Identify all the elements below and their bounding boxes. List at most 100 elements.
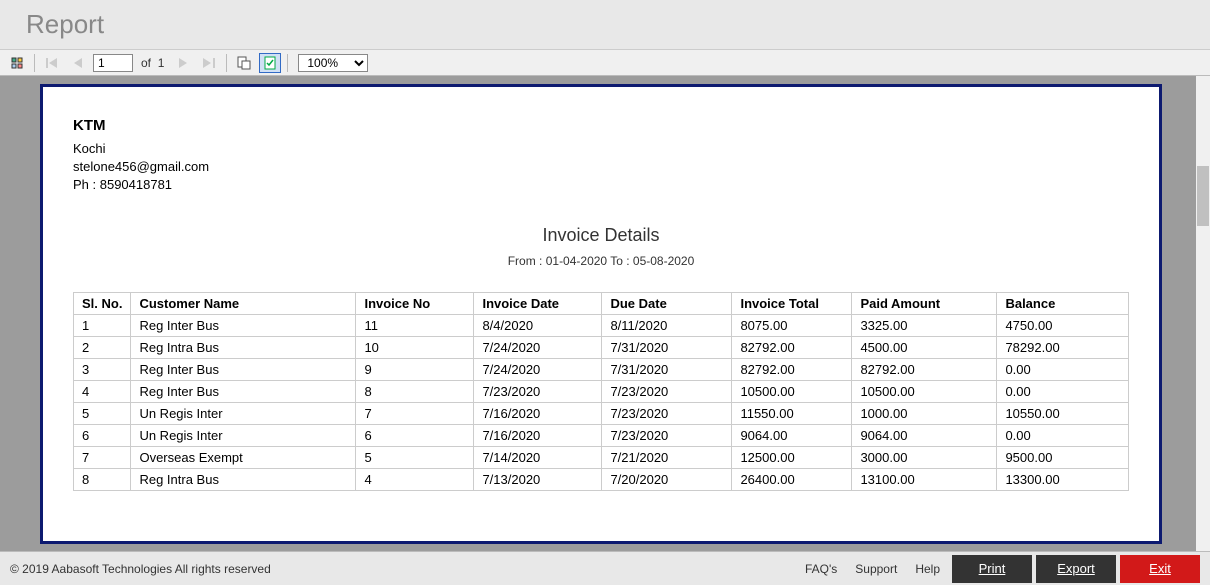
cell-total: 26400.00	[732, 468, 852, 490]
cell-invdate: 7/16/2020	[474, 402, 602, 424]
exit-button[interactable]: Exit	[1120, 555, 1200, 583]
print-layout-icon[interactable]	[259, 53, 281, 73]
cell-customer: Un Regis Inter	[131, 402, 356, 424]
cell-duedate: 8/11/2020	[602, 314, 732, 336]
col-header-invno: Invoice No	[356, 292, 474, 314]
nav-first-icon[interactable]	[41, 53, 63, 73]
col-header-total: Invoice Total	[732, 292, 852, 314]
cell-total: 82792.00	[732, 336, 852, 358]
cell-balance: 0.00	[997, 380, 1129, 402]
copyright: © 2019 Aabasoft Technologies All rights …	[10, 562, 271, 576]
cell-paid: 13100.00	[852, 468, 997, 490]
cell-paid: 82792.00	[852, 358, 997, 380]
nav-last-icon[interactable]	[198, 53, 220, 73]
help-link[interactable]: Help	[915, 562, 940, 576]
cell-total: 12500.00	[732, 446, 852, 468]
cell-invno: 11	[356, 314, 474, 336]
scrollbar-thumb[interactable]	[1197, 166, 1209, 226]
document-page: KTM Kochi stelone456@gmail.com Ph : 8590…	[40, 84, 1162, 544]
cell-invdate: 8/4/2020	[474, 314, 602, 336]
cell-invdate: 7/13/2020	[474, 468, 602, 490]
cell-paid: 3000.00	[852, 446, 997, 468]
separator	[226, 54, 227, 72]
company-name: KTM	[73, 117, 1129, 134]
cell-invno: 10	[356, 336, 474, 358]
footer-bar: © 2019 Aabasoft Technologies All rights …	[0, 551, 1210, 585]
col-header-invdate: Invoice Date	[474, 292, 602, 314]
page-of-label: of 1	[141, 56, 164, 70]
faqs-link[interactable]: FAQ's	[805, 562, 837, 576]
table-row: 8Reg Intra Bus47/13/20207/20/202026400.0…	[74, 468, 1129, 490]
col-header-balance: Balance	[997, 292, 1129, 314]
cell-sl: 4	[74, 380, 131, 402]
company-city: Kochi	[73, 140, 1129, 158]
cell-paid: 4500.00	[852, 336, 997, 358]
support-link[interactable]: Support	[855, 562, 897, 576]
cell-duedate: 7/23/2020	[602, 424, 732, 446]
report-title: Invoice Details	[73, 225, 1129, 246]
cell-duedate: 7/20/2020	[602, 468, 732, 490]
cell-sl: 6	[74, 424, 131, 446]
cell-customer: Reg Intra Bus	[131, 336, 356, 358]
cell-balance: 9500.00	[997, 446, 1129, 468]
separator	[34, 54, 35, 72]
table-row: 1Reg Inter Bus118/4/20208/11/20208075.00…	[74, 314, 1129, 336]
title-bar: Report	[0, 0, 1210, 50]
footer-links: FAQ's Support Help	[805, 562, 940, 576]
report-viewport: KTM Kochi stelone456@gmail.com Ph : 8590…	[0, 76, 1210, 551]
footer-buttons: Print Export Exit	[952, 555, 1200, 583]
cell-invno: 7	[356, 402, 474, 424]
cell-sl: 1	[74, 314, 131, 336]
page-setup-icon[interactable]	[233, 53, 255, 73]
cell-total: 8075.00	[732, 314, 852, 336]
cell-balance: 0.00	[997, 358, 1129, 380]
report-range: From : 01-04-2020 To : 05-08-2020	[73, 254, 1129, 268]
window-title: Report	[26, 9, 104, 40]
col-header-paid: Paid Amount	[852, 292, 997, 314]
cell-balance: 0.00	[997, 424, 1129, 446]
cell-sl: 7	[74, 446, 131, 468]
cell-invdate: 7/14/2020	[474, 446, 602, 468]
table-row: 5Un Regis Inter77/16/20207/23/202011550.…	[74, 402, 1129, 424]
cell-invdate: 7/24/2020	[474, 336, 602, 358]
cell-duedate: 7/31/2020	[602, 336, 732, 358]
cell-paid: 3325.00	[852, 314, 997, 336]
col-header-sl: Sl. No.	[74, 292, 131, 314]
cell-paid: 1000.00	[852, 402, 997, 424]
cell-invno: 8	[356, 380, 474, 402]
cell-sl: 2	[74, 336, 131, 358]
cell-sl: 8	[74, 468, 131, 490]
page-number-input[interactable]	[93, 54, 133, 72]
document-map-icon[interactable]	[6, 53, 28, 73]
table-row: 4Reg Inter Bus87/23/20207/23/202010500.0…	[74, 380, 1129, 402]
cell-customer: Reg Inter Bus	[131, 380, 356, 402]
cell-sl: 3	[74, 358, 131, 380]
nav-next-icon[interactable]	[172, 53, 194, 73]
cell-invdate: 7/24/2020	[474, 358, 602, 380]
separator	[287, 54, 288, 72]
table-row: 7Overseas Exempt57/14/20207/21/202012500…	[74, 446, 1129, 468]
nav-prev-icon[interactable]	[67, 53, 89, 73]
export-button[interactable]: Export	[1036, 555, 1116, 583]
invoice-table: Sl. No. Customer Name Invoice No Invoice…	[73, 292, 1129, 491]
cell-invno: 9	[356, 358, 474, 380]
cell-total: 9064.00	[732, 424, 852, 446]
vertical-scrollbar[interactable]	[1196, 76, 1210, 551]
print-button[interactable]: Print	[952, 555, 1032, 583]
cell-customer: Un Regis Inter	[131, 424, 356, 446]
cell-balance: 78292.00	[997, 336, 1129, 358]
cell-paid: 10500.00	[852, 380, 997, 402]
cell-invno: 5	[356, 446, 474, 468]
col-header-duedate: Due Date	[602, 292, 732, 314]
table-row: 3Reg Inter Bus97/24/20207/31/202082792.0…	[74, 358, 1129, 380]
cell-paid: 9064.00	[852, 424, 997, 446]
cell-invno: 4	[356, 468, 474, 490]
cell-balance: 4750.00	[997, 314, 1129, 336]
cell-duedate: 7/23/2020	[602, 402, 732, 424]
cell-sl: 5	[74, 402, 131, 424]
cell-duedate: 7/21/2020	[602, 446, 732, 468]
cell-total: 82792.00	[732, 358, 852, 380]
zoom-select[interactable]: 100%	[298, 54, 368, 72]
cell-invdate: 7/23/2020	[474, 380, 602, 402]
cell-balance: 13300.00	[997, 468, 1129, 490]
